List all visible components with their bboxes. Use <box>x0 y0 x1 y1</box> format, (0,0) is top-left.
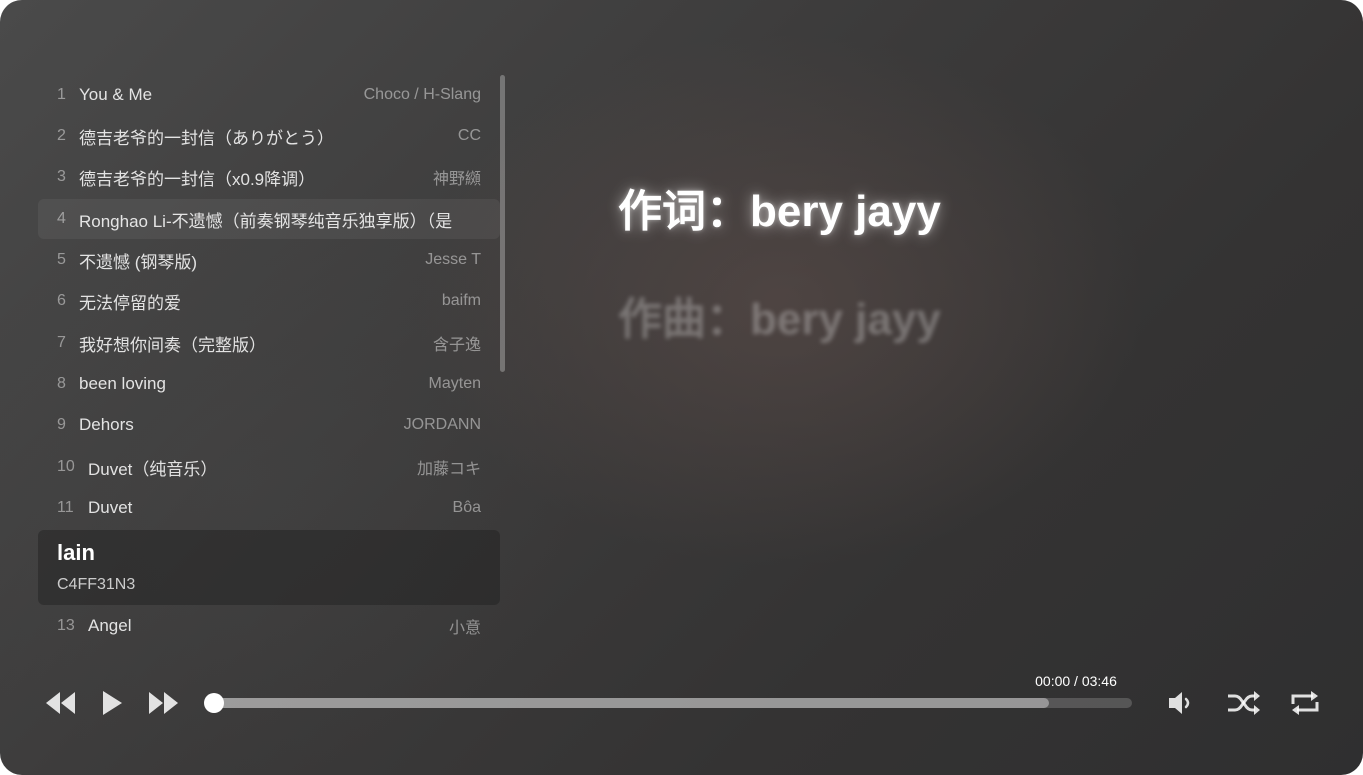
track-row[interactable]: 9 Dehors JORDANN <box>38 405 500 445</box>
shuffle-button[interactable] <box>1224 686 1262 720</box>
repeat-button[interactable] <box>1286 686 1324 720</box>
music-player: 1 You & Me Choco / H-Slang 2 德吉老爷的一封信（あり… <box>0 0 1363 775</box>
rewind-button[interactable] <box>44 688 78 718</box>
track-artist: CC <box>457 127 481 144</box>
track-row[interactable]: 3 德吉老爷的一封信（x0.9降调） 神野纐 <box>38 157 500 197</box>
track-index: 7 <box>57 334 66 351</box>
lyric-next-line: 作曲：bery jayy <box>618 295 941 344</box>
track-artist: Bôa <box>452 499 481 516</box>
progress-thumb[interactable] <box>204 693 224 713</box>
track-title: Angel <box>88 616 132 635</box>
track-row[interactable]: 13 Angel 小意 <box>38 606 500 646</box>
volume-button[interactable] <box>1163 686 1197 720</box>
track-index: 11 <box>57 499 74 516</box>
current-track-row[interactable]: lain C4FF31N3 <box>38 530 500 605</box>
track-index: 13 <box>57 617 75 634</box>
current-track-artist: C4FF31N3 <box>57 576 136 593</box>
play-button[interactable] <box>98 688 126 718</box>
track-title: 德吉老爷的一封信（x0.9降调） <box>79 169 316 189</box>
fast-forward-icon <box>149 692 178 714</box>
track-title: Ronghao Li-不遗憾（前奏钢琴纯音乐独享版）（是 <box>79 211 453 231</box>
rewind-icon <box>46 692 75 714</box>
track-index: 1 <box>57 86 66 103</box>
track-index: 10 <box>57 458 75 475</box>
track-title: Duvet（纯音乐） <box>88 459 218 479</box>
track-title: 无法停留的爱 <box>79 293 181 313</box>
track-title: You & Me <box>79 85 153 104</box>
track-index: 2 <box>57 127 66 144</box>
track-index: 5 <box>57 251 66 268</box>
track-index: 6 <box>57 292 66 309</box>
track-row[interactable]: 7 我好想你间奏（完整版） 含子逸 <box>38 323 500 363</box>
lyric-current-line: 作词：bery jayy <box>618 187 941 236</box>
track-row[interactable]: 8 been loving Mayten <box>38 364 500 404</box>
playlist: 1 You & Me Choco / H-Slang 2 德吉老爷的一封信（あり… <box>38 75 500 650</box>
time-display: 00:00 / 03:46 <box>1035 673 1117 689</box>
progress-buffered <box>214 698 1050 708</box>
track-artist: Choco / H-Slang <box>363 86 481 103</box>
repeat-icon <box>1291 691 1319 715</box>
track-index: 4 <box>57 210 66 227</box>
lyrics-panel: 作词：bery jayy 作曲：bery jayy <box>618 175 1318 347</box>
track-title: 不遗憾 (钢琴版) <box>79 252 198 272</box>
track-artist: 神野纐 <box>432 171 481 188</box>
track-title: been loving <box>79 374 166 393</box>
track-index: 3 <box>57 168 66 185</box>
track-artist: JORDANN <box>403 416 481 433</box>
play-icon <box>103 691 122 715</box>
track-artist: 含子逸 <box>432 337 481 354</box>
track-row[interactable]: 11 Duvet Bôa <box>38 488 500 528</box>
track-index: 8 <box>57 375 66 392</box>
volume-icon <box>1169 692 1190 714</box>
track-artist: Jesse T <box>425 251 481 268</box>
track-row[interactable]: 5 不遗憾 (钢琴版) Jesse T <box>38 240 500 280</box>
track-index: 9 <box>57 416 66 433</box>
track-row[interactable]: 1 You & Me Choco / H-Slang <box>38 75 500 115</box>
track-row[interactable]: 2 德吉老爷的一封信（ありがとう） CC <box>38 116 500 156</box>
track-artist: 小意 <box>448 620 481 637</box>
playlist-scrollbar[interactable] <box>500 75 505 372</box>
fast-forward-button[interactable] <box>146 688 180 718</box>
track-artist: baifm <box>441 292 481 309</box>
shuffle-icon <box>1228 691 1260 715</box>
track-title: Duvet <box>88 498 133 517</box>
track-row[interactable]: 10 Duvet（纯音乐） 加藤コキ <box>38 447 500 487</box>
current-track-title: lain <box>57 540 95 565</box>
track-row[interactable]: 6 无法停留的爱 baifm <box>38 281 500 321</box>
track-title: 我好想你间奏（完整版） <box>79 335 266 355</box>
track-artist: Mayten <box>428 375 481 392</box>
track-row[interactable]: 4 Ronghao Li-不遗憾（前奏钢琴纯音乐独享版）（是 <box>38 199 500 239</box>
track-artist: 加藤コキ <box>416 461 481 478</box>
track-title: Dehors <box>79 415 134 434</box>
track-title: 德吉老爷的一封信（ありがとう） <box>79 128 334 148</box>
progress-bar[interactable] <box>204 693 1132 713</box>
